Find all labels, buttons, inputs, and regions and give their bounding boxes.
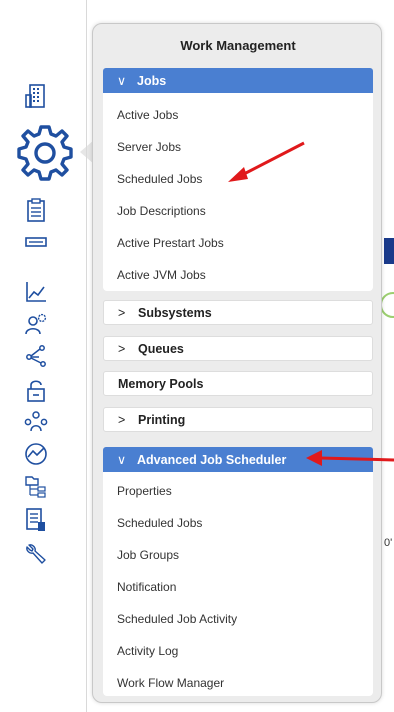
chevron-down-icon: ∨ (117, 74, 127, 88)
background-fragment-image (384, 238, 394, 264)
building-icon[interactable] (14, 82, 58, 110)
menu-item-active-jobs[interactable]: Active Jobs (117, 108, 178, 122)
chevron-right-icon: > (118, 341, 126, 356)
menu-item-properties[interactable]: Properties (117, 484, 172, 498)
advanced-job-scheduler-items: Properties Scheduled Jobs Job Groups Not… (103, 472, 373, 696)
network-share-icon[interactable] (14, 342, 58, 370)
background-fragment-text: 0' (384, 537, 393, 549)
users-icon[interactable] (14, 408, 58, 436)
chevron-down-icon: ∨ (117, 453, 127, 467)
menu-item-active-jvm-jobs[interactable]: Active JVM Jobs (117, 268, 206, 282)
lock-icon[interactable] (14, 376, 58, 404)
menu-item-active-prestart-jobs[interactable]: Active Prestart Jobs (117, 236, 224, 250)
section-header-jobs[interactable]: ∨ Jobs (103, 68, 373, 93)
performance-icon[interactable] (14, 440, 58, 468)
clipboard-icon[interactable] (14, 196, 58, 224)
work-management-panel: Work Management ∨ Jobs Active Jobs Serve… (92, 23, 382, 703)
menu-item-activity-log[interactable]: Activity Log (117, 644, 178, 658)
menu-item-memory-pools[interactable]: Memory Pools (103, 371, 373, 396)
section-header-subsystems[interactable]: > Subsystems (103, 300, 373, 325)
menu-item-work-flow-manager[interactable]: Work Flow Manager (117, 676, 224, 690)
menu-item-scheduled-jobs[interactable]: Scheduled Jobs (117, 172, 202, 186)
annotation-arrow-scheduled-jobs (228, 141, 305, 182)
annotation-arrow-advanced-job-scheduler (306, 450, 394, 466)
menu-item-notification[interactable]: Notification (117, 580, 176, 594)
section-label: Memory Pools (118, 376, 204, 391)
drive-icon[interactable] (14, 228, 58, 256)
menu-item-scheduled-job-activity[interactable]: Scheduled Job Activity (117, 612, 237, 626)
line-chart-icon[interactable] (14, 278, 58, 306)
menu-item-server-jobs[interactable]: Server Jobs (117, 140, 181, 154)
menu-item-ajs-scheduled-jobs[interactable]: Scheduled Jobs (117, 516, 202, 530)
section-header-printing[interactable]: > Printing (103, 407, 373, 432)
gear-icon[interactable] (10, 118, 80, 188)
wrench-icon[interactable] (14, 540, 58, 568)
document-list-icon[interactable] (14, 506, 58, 534)
section-label: Jobs (137, 73, 167, 88)
panel-title: Work Management (180, 38, 296, 53)
user-settings-icon[interactable] (14, 310, 58, 338)
section-label: Printing (138, 412, 186, 427)
chevron-right-icon: > (118, 305, 126, 320)
menu-item-job-groups[interactable]: Job Groups (117, 548, 179, 562)
section-header-queues[interactable]: > Queues (103, 336, 373, 361)
chevron-right-icon: > (118, 412, 126, 427)
jobs-items: Active Jobs Server Jobs Scheduled Jobs J… (103, 93, 373, 291)
navigation-rail (0, 0, 94, 712)
rail-divider (86, 0, 87, 712)
menu-item-job-descriptions[interactable]: Job Descriptions (117, 204, 206, 218)
folder-tree-icon[interactable] (14, 472, 58, 500)
section-label: Queues (138, 341, 184, 356)
section-label: Subsystems (138, 305, 212, 320)
section-label: Advanced Job Scheduler (137, 452, 287, 467)
background-fragment-shape (380, 292, 394, 318)
